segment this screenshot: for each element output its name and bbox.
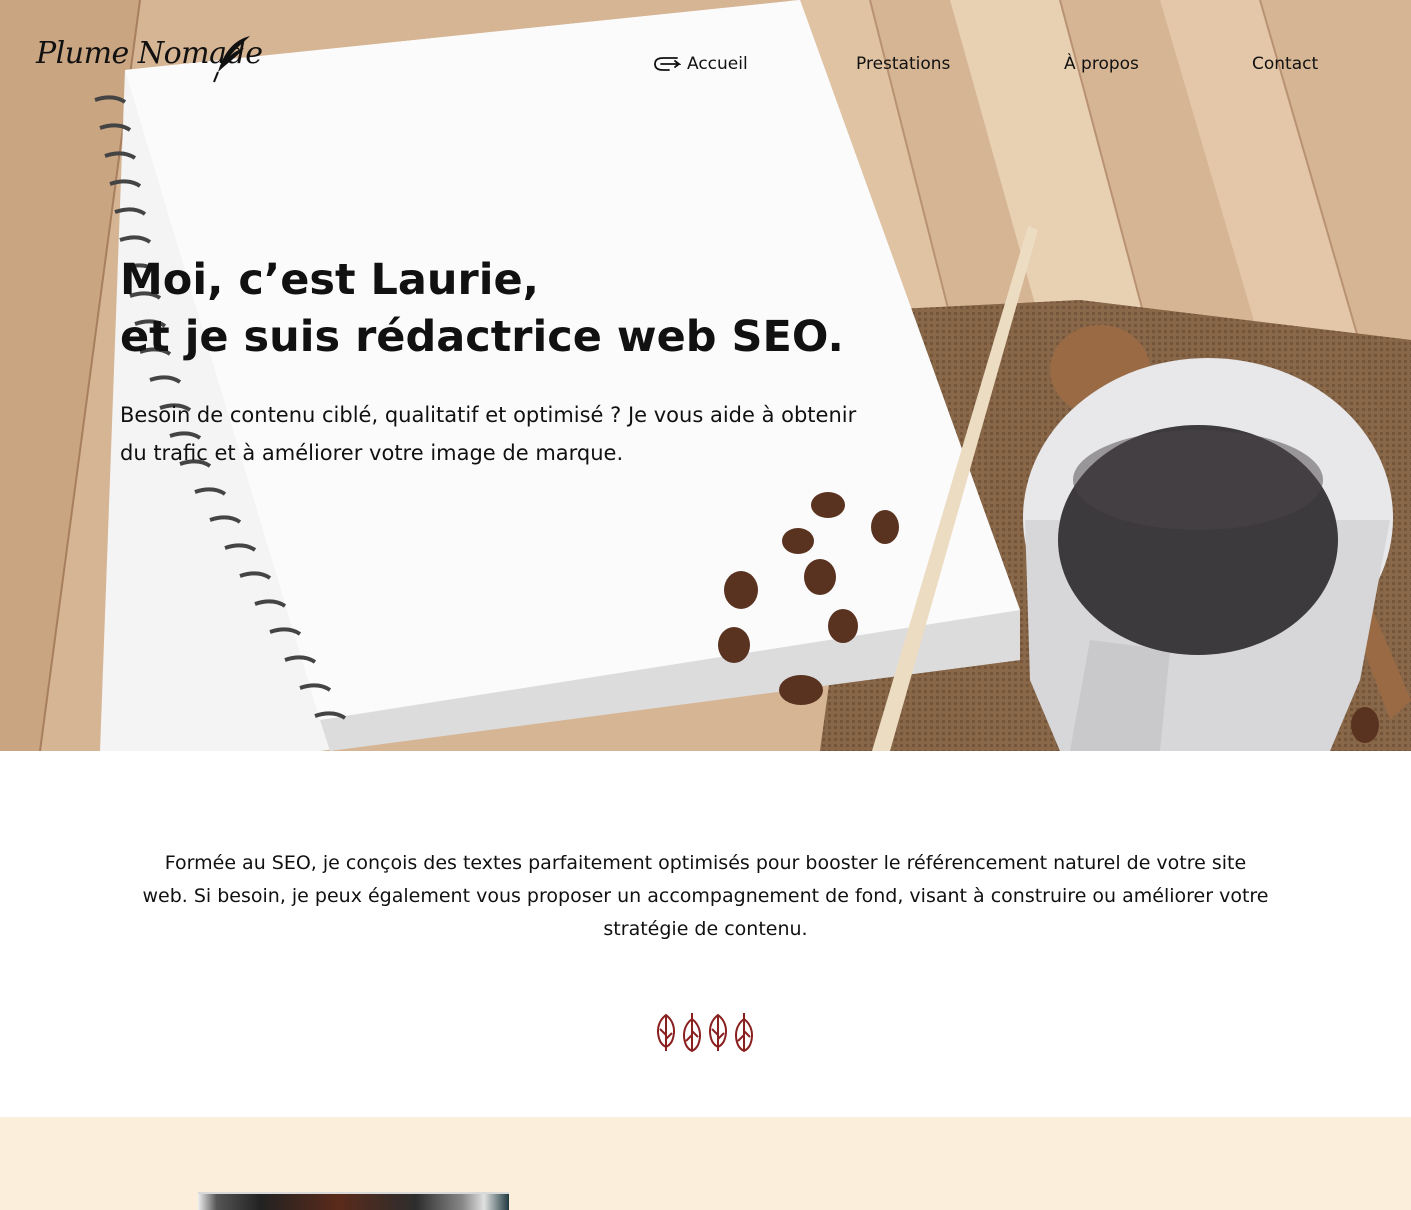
hero-background-image (0, 0, 1411, 751)
nav-item-accueil[interactable]: Accueil (653, 54, 748, 74)
pen-pointer-icon (654, 57, 681, 71)
main-nav: Accueil Prestations À propos Contact (0, 54, 1411, 84)
nav-label-contact: Contact (1252, 54, 1319, 74)
profile-photo (198, 1192, 509, 1210)
hero-title-line2: et je suis rédactrice web SEO. (120, 312, 844, 362)
about-section (0, 1117, 1411, 1210)
nav-item-contact[interactable]: Contact (1252, 54, 1318, 74)
hero-title-line1: Moi, c’est Laurie, (120, 255, 539, 305)
hero-section: Plume Nomade Accueil Prestations À propo… (0, 0, 1411, 751)
nav-item-a-propos[interactable]: À propos (1064, 54, 1139, 74)
hero-subtitle: Besoin de contenu ciblé, qualitatif et o… (120, 403, 857, 465)
intro-paragraph: Formée au SEO, je conçois des textes par… (142, 852, 1269, 940)
intro-section: Formée au SEO, je conçois des textes par… (0, 751, 1411, 1117)
nav-item-prestations[interactable]: Prestations (856, 54, 950, 74)
nav-label-prestations: Prestations (856, 54, 951, 74)
nav-label-accueil: Accueil (687, 54, 748, 74)
nav-label-a-propos: À propos (1064, 54, 1139, 74)
hero-title: Moi, c’est Laurie, et je suis rédactrice… (120, 252, 1020, 366)
feathers-icon (657, 1013, 753, 1053)
